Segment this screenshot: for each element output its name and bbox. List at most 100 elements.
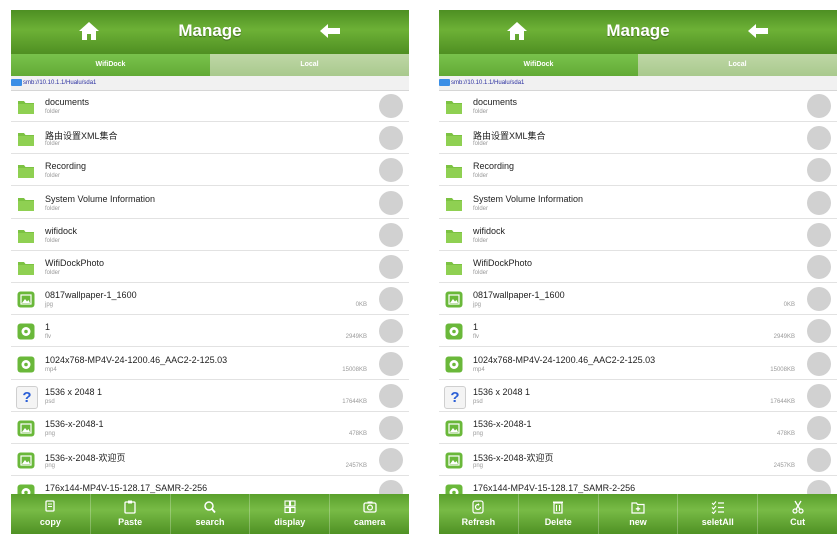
select-circle-button[interactable] (379, 158, 403, 183)
select-circle-button[interactable] (807, 415, 831, 440)
file-row[interactable]: 1 flv 2949KB (439, 316, 837, 348)
file-row[interactable]: System Volume Information folder (11, 187, 409, 219)
copy-button[interactable]: copy (11, 494, 91, 534)
file-row[interactable]: wifidock folder (11, 219, 409, 251)
camera-button[interactable]: camera (330, 494, 409, 534)
file-row[interactable]: 1024x768-MP4V-24-1200.46_AAC2-2-125.03 mp… (439, 348, 837, 380)
select-circle-button[interactable] (379, 415, 403, 440)
file-row[interactable]: Recording folder (11, 155, 409, 187)
file-row[interactable]: 路由设置XML集合 folder (439, 123, 837, 155)
file-row[interactable]: wifidock folder (439, 219, 837, 251)
select-circle-button[interactable] (807, 222, 831, 247)
select-circle-button[interactable] (379, 287, 403, 312)
path-text: smb://10.10.1.1/Hualu/sda1 (23, 80, 97, 86)
camera-icon (362, 500, 378, 514)
tab-wifidock[interactable]: WifiDock (439, 54, 638, 76)
select-circle-button[interactable] (807, 158, 831, 183)
select-circle-button[interactable] (807, 190, 831, 215)
file-row[interactable]: 1536-x-2048-1 png 478KB (11, 412, 409, 444)
file-row[interactable]: 1536-x-2048-欢迎页 png 2457KB (11, 445, 409, 477)
back-arrow-icon[interactable] (319, 23, 341, 39)
file-row[interactable]: 路由设置XML集合 folder (11, 123, 409, 155)
select-circle-button[interactable] (807, 287, 831, 312)
file-row[interactable]: ? 1536 x 2048 1 psd 17644KB (11, 380, 409, 412)
file-name: 1536-x-2048-1 (45, 418, 104, 429)
file-name: 176x144-MP4V-15-128.17_SAMR-2-256 (473, 483, 636, 494)
file-row[interactable]: System Volume Information folder (439, 187, 837, 219)
image-file-icon (17, 291, 35, 308)
file-row[interactable]: 1024x768-MP4V-24-1200.46_AAC2-2-125.03 mp… (11, 348, 409, 380)
new-button[interactable]: new (599, 494, 679, 534)
file-type: png (473, 430, 484, 437)
delete-button[interactable]: Delete (519, 494, 599, 534)
select-circle-button[interactable] (379, 448, 403, 473)
header-bar: Manage (439, 10, 837, 54)
select-circle-button[interactable] (807, 351, 831, 376)
file-row[interactable]: WifiDockPhoto folder (439, 251, 837, 283)
file-row[interactable]: documents folder (11, 91, 409, 122)
file-row[interactable]: 0817wallpaper-1_1600 jpg 0KB (11, 284, 409, 316)
file-row[interactable]: 0817wallpaper-1_1600 jpg 0KB (439, 284, 837, 316)
toolbar-button-label: camera (353, 517, 386, 527)
file-size: 17644KB (342, 398, 367, 405)
file-name: 1536 x 2048 1 (473, 386, 531, 397)
copy-icon (42, 500, 58, 514)
paste-button[interactable]: Paste (91, 494, 171, 534)
select-circle-button[interactable] (379, 254, 403, 279)
grid-icon (282, 500, 298, 514)
file-list: documents folder 路由设置XML集合 folder Recording f… (439, 91, 837, 509)
search-button[interactable]: search (171, 494, 251, 534)
file-row[interactable]: 1536-x-2048-欢迎页 png 2457KB (439, 445, 837, 477)
file-size: 2457KB (345, 463, 367, 470)
select-circle-button[interactable] (807, 126, 831, 151)
folder-icon (445, 259, 463, 276)
scissors-icon (790, 500, 806, 514)
file-type: jpg (473, 302, 482, 309)
folder-icon (445, 130, 463, 147)
back-arrow-icon[interactable] (747, 23, 769, 39)
file-row[interactable]: 1536-x-2048-1 png 478KB (439, 412, 837, 444)
file-list: documents folder 路由设置XML集合 folder Recording f… (11, 91, 409, 509)
tab-wifidock[interactable]: WifiDock (11, 54, 210, 76)
file-name: documents (473, 97, 518, 107)
seletall-button[interactable]: seletAll (678, 494, 759, 534)
image-file-icon (445, 291, 463, 308)
file-name: 1024x768-MP4V-24-1200.46_AAC2-2-125.03 (473, 354, 656, 365)
file-type: folder (473, 237, 489, 244)
file-name: 1536 x 2048 1 (45, 386, 103, 397)
left-manage-panel: Manage WifiDock Local smb://10.10.1.1/Hu… (11, 10, 409, 534)
select-circle-button[interactable] (807, 448, 831, 473)
select-circle-button[interactable] (379, 126, 403, 151)
select-circle-button[interactable] (379, 190, 403, 215)
select-circle-button[interactable] (807, 383, 831, 408)
image-file-icon (445, 420, 463, 437)
file-row[interactable]: 1 flv 2949KB (11, 316, 409, 348)
select-circle-button[interactable] (807, 254, 831, 279)
file-type: png (473, 463, 484, 470)
select-circle-button[interactable] (379, 222, 403, 247)
select-circle-button[interactable] (379, 319, 403, 344)
select-circle-button[interactable] (807, 319, 831, 344)
file-row[interactable]: ? 1536 x 2048 1 psd 17644KB (439, 380, 837, 412)
file-name: 1 (45, 322, 51, 333)
file-name: WifiDockPhoto (45, 257, 105, 268)
file-name: Recording (45, 161, 87, 172)
tab-local[interactable]: Local (210, 54, 409, 76)
folder-icon (17, 130, 35, 147)
file-row[interactable]: WifiDockPhoto folder (11, 251, 409, 283)
file-row[interactable]: documents folder (439, 91, 837, 122)
select-circle-button[interactable] (807, 94, 831, 118)
file-size: 478KB (776, 430, 795, 437)
refresh-button[interactable]: Refresh (439, 494, 519, 534)
select-circle-button[interactable] (379, 94, 403, 118)
tab-local[interactable]: Local (638, 54, 837, 76)
select-circle-button[interactable] (379, 351, 403, 376)
toolbar-button-label: Paste (118, 517, 143, 527)
display-button[interactable]: display (250, 494, 331, 534)
select-circle-button[interactable] (379, 383, 403, 408)
file-size: 15008KB (342, 366, 367, 373)
source-tabs: WifiDock Local (439, 54, 837, 76)
file-row[interactable]: Recording folder (439, 155, 837, 187)
folder-icon (445, 195, 463, 212)
cut-button[interactable]: Cut (758, 494, 837, 534)
